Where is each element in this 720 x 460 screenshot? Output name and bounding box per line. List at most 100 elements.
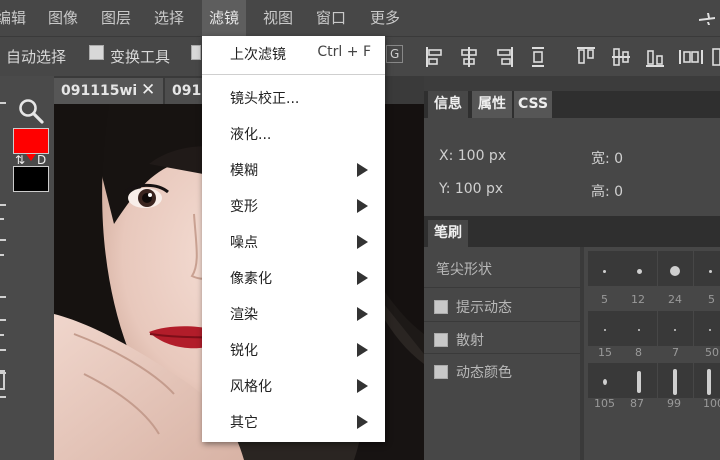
align-right-icon[interactable] bbox=[494, 46, 514, 68]
brush-tip-shape-label[interactable]: 笔尖形状 bbox=[436, 259, 492, 279]
foreground-color-swatch[interactable] bbox=[13, 128, 49, 154]
menu-item-last-filter[interactable]: 上次滤镜 Ctrl + F bbox=[202, 36, 385, 72]
brush-size-label: 87 bbox=[630, 397, 644, 410]
document-tool-icon[interactable] bbox=[0, 370, 5, 390]
menu-separator bbox=[202, 74, 385, 75]
brush-tip-dot bbox=[670, 266, 680, 276]
menu-item-distort[interactable]: 变形 bbox=[202, 188, 385, 224]
brush-preset[interactable] bbox=[588, 311, 623, 346]
menu-item-label: 变形 bbox=[230, 199, 258, 215]
brush-preset[interactable] bbox=[694, 311, 720, 346]
submenu-arrow-icon bbox=[357, 235, 368, 249]
brush-tip-dot bbox=[603, 379, 607, 385]
menu-item-other[interactable]: 其它 bbox=[202, 404, 385, 440]
default-colors-button[interactable]: D bbox=[37, 153, 46, 167]
brush-size-label: 5 bbox=[708, 293, 715, 306]
distribute-vertical-icon[interactable] bbox=[528, 46, 548, 68]
extra-checkbox[interactable] bbox=[191, 45, 201, 60]
info-panel-body: X: 100 px Y: 100 px 宽: 0 高: 0 bbox=[424, 118, 720, 216]
brush-panel-split bbox=[580, 247, 584, 460]
menu-item-label: 噪点 bbox=[230, 235, 258, 251]
tab-properties[interactable]: 属性 bbox=[472, 91, 512, 118]
filter-dropdown-menu: 上次滤镜 Ctrl + F 镜头校正... 液化... 模糊 变形 噪点 像素化… bbox=[202, 36, 385, 442]
submenu-arrow-icon bbox=[357, 343, 368, 357]
brush-preset[interactable] bbox=[658, 251, 693, 286]
menu-layer[interactable]: 图层 bbox=[101, 0, 131, 36]
menu-filter[interactable]: 滤镜 bbox=[202, 0, 246, 36]
scatter-checkbox[interactable] bbox=[434, 333, 448, 347]
menu-item-label: 镜头校正... bbox=[230, 91, 300, 107]
panel-divider bbox=[424, 216, 720, 220]
partial-button[interactable]: G bbox=[386, 45, 404, 63]
color-dynamics-checkbox[interactable] bbox=[434, 365, 448, 379]
menu-item-lens-correction[interactable]: 镜头校正... bbox=[202, 80, 385, 116]
align-bottom-icon[interactable] bbox=[645, 46, 665, 68]
brush-tip-dot bbox=[604, 329, 606, 331]
tool-group-mark bbox=[0, 204, 6, 206]
menu-more[interactable]: 更多 bbox=[370, 0, 400, 36]
selection-height-value: 高: 0 bbox=[591, 184, 624, 200]
background-color-swatch[interactable] bbox=[13, 166, 49, 192]
brush-tip-dot bbox=[709, 270, 712, 273]
menu-item-label: 其它 bbox=[230, 415, 258, 431]
brush-dynamics-label[interactable]: 提示动态 bbox=[456, 297, 512, 317]
auto-select-label[interactable]: 自动选择 bbox=[6, 46, 66, 67]
menu-window[interactable]: 窗口 bbox=[316, 0, 346, 36]
menu-item-noise[interactable]: 噪点 bbox=[202, 224, 385, 260]
brush-dynamics-checkbox[interactable] bbox=[434, 300, 448, 314]
brush-preset[interactable] bbox=[658, 363, 693, 398]
brush-tip-dot bbox=[638, 329, 640, 331]
menu-select[interactable]: 选择 bbox=[154, 0, 184, 36]
swap-colors-icon[interactable]: ⇅ bbox=[15, 153, 25, 167]
brush-size-label: 99 bbox=[667, 397, 681, 410]
menu-item-liquify[interactable]: 液化... bbox=[202, 116, 385, 152]
brush-tip-dot bbox=[603, 270, 606, 273]
brush-preset[interactable] bbox=[588, 363, 623, 398]
align-top-icon[interactable] bbox=[576, 46, 596, 68]
brush-size-label: 105 bbox=[594, 397, 615, 410]
right-panels: 信息 属性 CSS X: 100 px Y: 100 px 宽: 0 高: 0 … bbox=[424, 76, 720, 460]
brush-preset[interactable] bbox=[622, 363, 657, 398]
close-icon[interactable]: ✕ bbox=[141, 78, 155, 102]
transform-tool-label[interactable]: 变换工具 bbox=[110, 46, 170, 67]
tab-css[interactable]: CSS bbox=[514, 91, 552, 118]
distribute-horizontal-icon[interactable] bbox=[678, 46, 704, 68]
brush-tip-stroke bbox=[637, 371, 641, 393]
menu-item-sharpen[interactable]: 锐化 bbox=[202, 332, 385, 368]
menu-item-stylize[interactable]: 风格化 bbox=[202, 368, 385, 404]
menu-item-render[interactable]: 渲染 bbox=[202, 296, 385, 332]
brush-size-label: 50 bbox=[705, 346, 719, 359]
submenu-arrow-icon bbox=[357, 307, 368, 321]
plane-icon[interactable] bbox=[698, 9, 716, 27]
align-left-icon[interactable] bbox=[425, 46, 445, 68]
menu-item-label: 渲染 bbox=[230, 307, 258, 323]
zoom-icon[interactable] bbox=[18, 98, 44, 124]
swatch-notch-icon bbox=[26, 154, 36, 161]
cursor-y-value: Y: 100 px bbox=[439, 181, 504, 197]
scatter-label[interactable]: 散射 bbox=[456, 330, 484, 350]
brush-preset[interactable] bbox=[622, 251, 657, 286]
brush-option-divider bbox=[424, 353, 580, 354]
menu-edit[interactable]: 编辑 bbox=[0, 0, 28, 36]
panel-dock-header bbox=[424, 76, 720, 91]
brush-preset[interactable] bbox=[588, 251, 623, 286]
tool-group-mark bbox=[0, 396, 6, 398]
menu-image[interactable]: 图像 bbox=[48, 0, 78, 36]
tool-group-mark bbox=[0, 296, 6, 298]
brush-preset[interactable] bbox=[622, 311, 657, 346]
tab-info[interactable]: 信息 bbox=[428, 91, 468, 118]
menu-item-blur[interactable]: 模糊 bbox=[202, 152, 385, 188]
menu-view[interactable]: 视图 bbox=[263, 0, 293, 36]
brush-preset[interactable] bbox=[694, 251, 720, 286]
color-dynamics-label[interactable]: 动态颜色 bbox=[456, 362, 512, 382]
tool-group-mark bbox=[0, 102, 6, 104]
brush-preset[interactable] bbox=[694, 363, 720, 398]
align-center-icon[interactable] bbox=[459, 46, 479, 68]
align-middle-icon[interactable] bbox=[611, 46, 631, 68]
overflow-icon[interactable] bbox=[712, 48, 720, 66]
transform-tool-checkbox[interactable] bbox=[89, 45, 104, 60]
cursor-x-value: X: 100 px bbox=[439, 148, 507, 164]
menu-item-pixelate[interactable]: 像素化 bbox=[202, 260, 385, 296]
brush-preset[interactable] bbox=[658, 311, 693, 346]
tab-brush[interactable]: 笔刷 bbox=[428, 220, 468, 247]
